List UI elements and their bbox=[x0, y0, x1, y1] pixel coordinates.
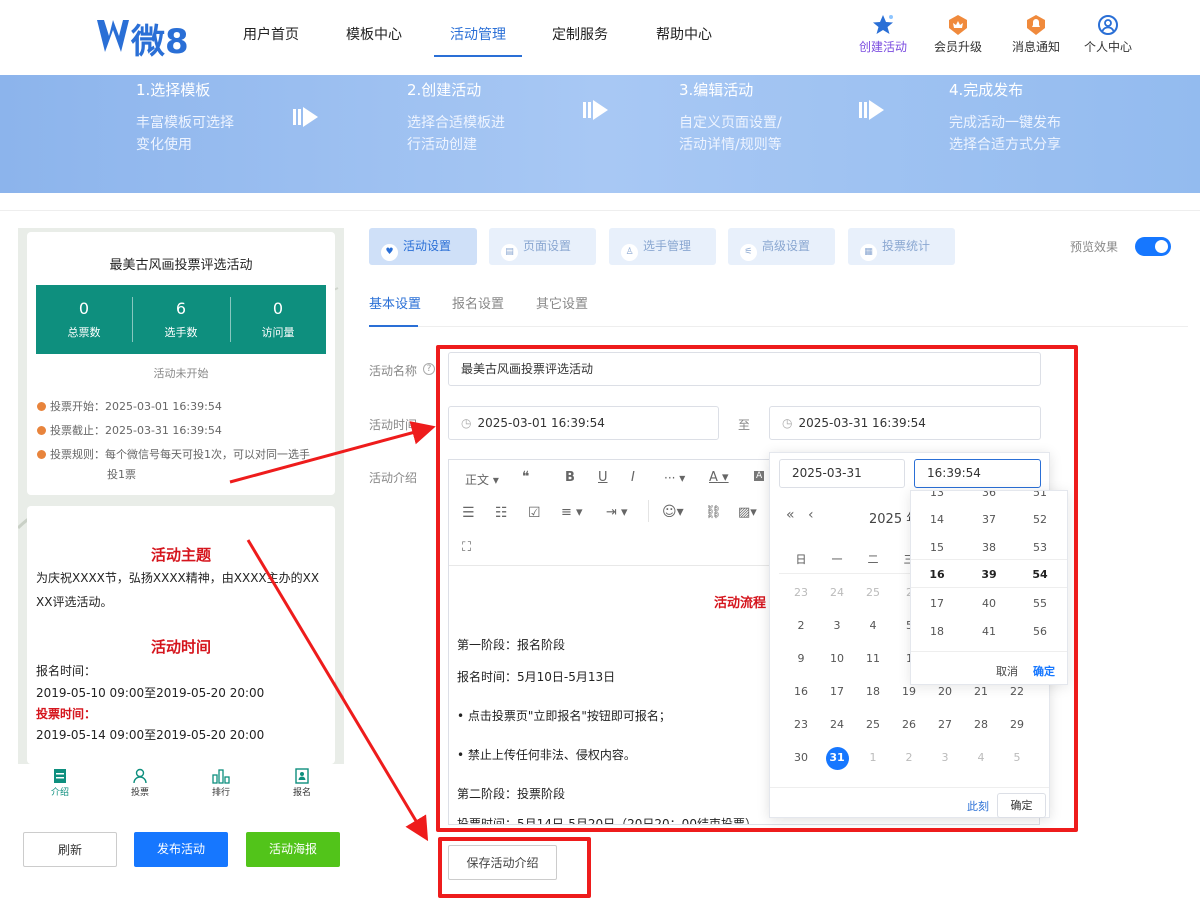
annotation-arrows-icon bbox=[229, 421, 436, 842]
